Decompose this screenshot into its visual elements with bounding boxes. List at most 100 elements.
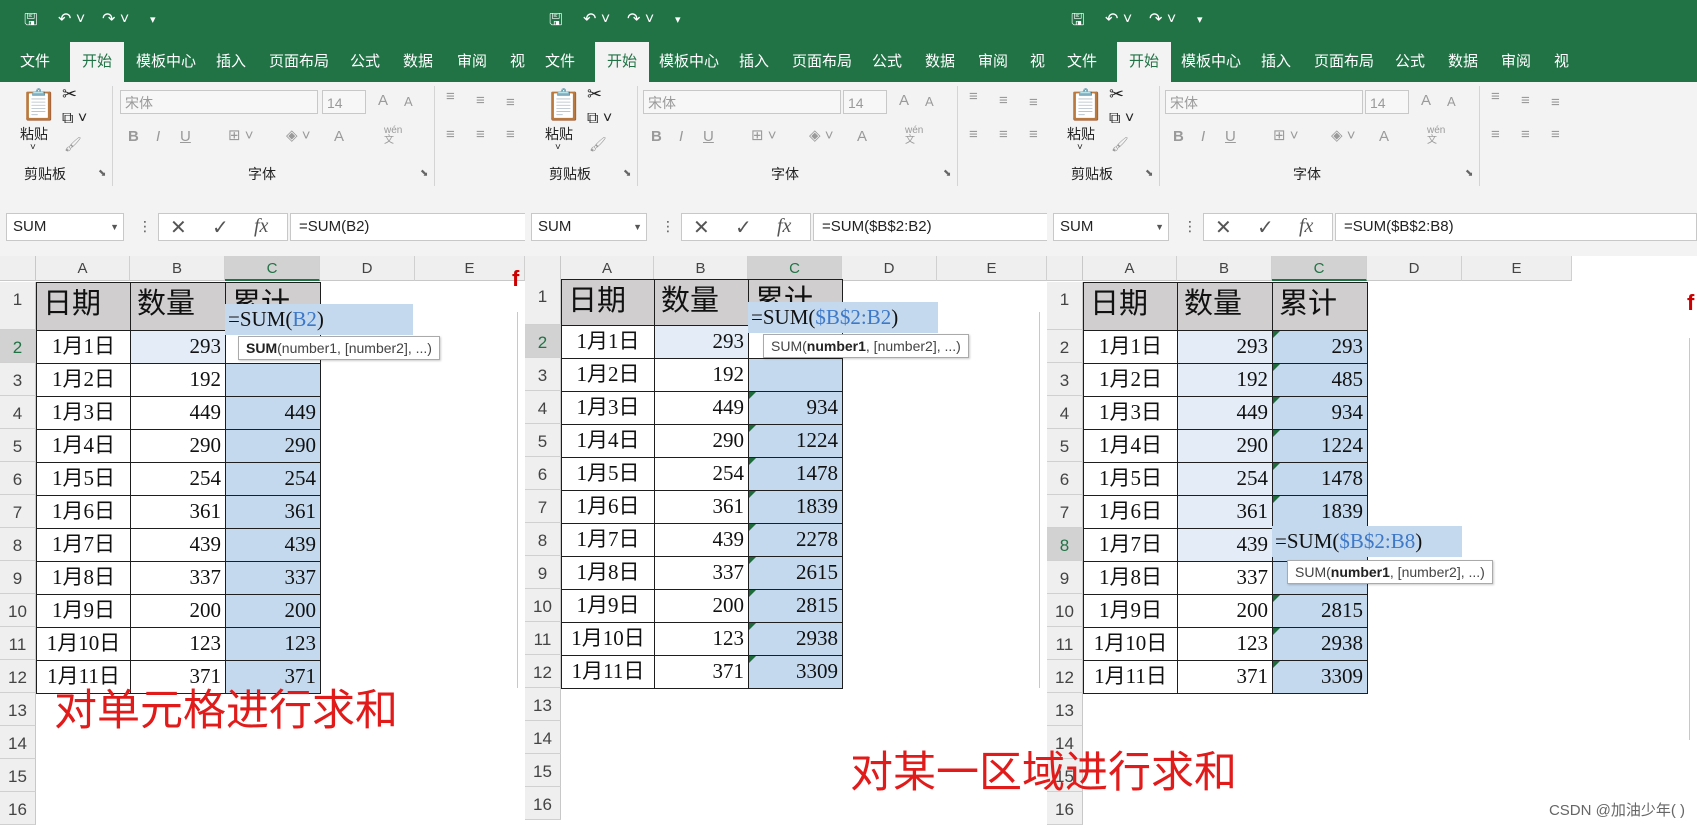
cumulative-cell[interactable]: 123 xyxy=(225,627,321,661)
date-cell[interactable]: 1月8日 xyxy=(36,561,131,595)
font-name-box[interactable]: 宋体 xyxy=(120,90,318,114)
cumulative-cell[interactable]: 485 xyxy=(1272,363,1368,397)
tab-formulas[interactable]: 公式 xyxy=(1395,50,1425,71)
quantity-cell[interactable]: 254 xyxy=(654,457,749,491)
font-size-box[interactable]: 14 xyxy=(322,90,366,114)
table-header-cell[interactable]: 日期 xyxy=(36,282,131,331)
quantity-cell[interactable]: 192 xyxy=(130,363,226,397)
align-right-icon[interactable]: ≡ xyxy=(1029,126,1038,143)
quantity-cell[interactable]: 361 xyxy=(654,490,749,524)
date-cell[interactable]: 1月1日 xyxy=(1083,330,1178,364)
error-indicator-icon[interactable] xyxy=(749,392,756,399)
paste-button[interactable]: 粘贴 xyxy=(545,124,573,144)
cumulative-cell[interactable]: 934 xyxy=(748,391,843,425)
align-bottom-icon[interactable]: ≡ xyxy=(506,94,515,111)
select-all-corner[interactable] xyxy=(0,256,36,281)
align-center-icon[interactable]: ≡ xyxy=(1521,126,1530,143)
tab-formulas[interactable]: 公式 xyxy=(350,50,380,71)
cumulative-cell[interactable]: 439 xyxy=(225,528,321,562)
font-dialog-launcher-icon[interactable]: ⬊ xyxy=(420,168,428,179)
row-header[interactable]: 1 xyxy=(525,279,561,325)
row-header[interactable]: 11 xyxy=(0,627,36,660)
quantity-cell[interactable]: 254 xyxy=(1177,462,1273,496)
date-cell[interactable]: 1月7日 xyxy=(1083,528,1178,562)
paste-dropdown-icon[interactable]: ˅ xyxy=(30,142,36,153)
quantity-cell[interactable]: 439 xyxy=(1177,528,1273,562)
date-cell[interactable]: 1月10日 xyxy=(36,627,131,661)
row-header[interactable]: 16 xyxy=(0,792,36,825)
name-box[interactable]: SUM ▼ xyxy=(531,213,647,241)
grow-font-icon[interactable]: A xyxy=(378,92,388,109)
col-header-d[interactable]: D xyxy=(1367,256,1462,281)
align-right-icon[interactable]: ≡ xyxy=(1551,126,1560,143)
paste-icon[interactable]: 📋 xyxy=(1067,88,1104,123)
row-header[interactable]: 6 xyxy=(525,457,561,490)
paste-button[interactable]: 粘贴 xyxy=(20,124,48,144)
row-header[interactable]: 12 xyxy=(1047,660,1083,693)
col-header-e[interactable]: E xyxy=(937,256,1047,281)
undo-icon[interactable]: ↶ ˅ xyxy=(583,9,610,29)
row-header[interactable]: 3 xyxy=(1047,363,1083,396)
quantity-cell[interactable]: 192 xyxy=(1177,363,1273,397)
error-indicator-icon[interactable] xyxy=(749,458,756,465)
cumulative-cell[interactable]: 2278 xyxy=(748,523,843,557)
row-header[interactable]: 5 xyxy=(0,429,36,462)
cumulative-cell[interactable]: 293 xyxy=(1272,330,1368,364)
underline-icon[interactable]: U xyxy=(703,128,714,145)
save-icon[interactable]: 🖫 xyxy=(24,9,38,36)
date-cell[interactable]: 1月9日 xyxy=(1083,594,1178,628)
tab-templates[interactable]: 模板中心 xyxy=(1181,50,1241,71)
error-indicator-icon[interactable] xyxy=(749,590,756,597)
copy-icon[interactable]: ⧉ ˅ xyxy=(62,110,87,128)
date-cell[interactable]: 1月1日 xyxy=(561,325,655,359)
cancel-icon[interactable]: ✕ xyxy=(170,215,187,240)
quantity-cell[interactable]: 293 xyxy=(654,325,749,359)
phonetic-icon[interactable]: wén 文 xyxy=(1427,126,1447,146)
date-cell[interactable]: 1月5日 xyxy=(1083,462,1178,496)
quantity-cell[interactable]: 254 xyxy=(130,462,226,496)
col-header-e[interactable]: E xyxy=(1462,256,1572,281)
date-cell[interactable]: 1月5日 xyxy=(36,462,131,496)
col-header-c[interactable]: C xyxy=(225,256,320,281)
tab-file[interactable]: 文件 xyxy=(545,50,575,71)
table-header-cell[interactable]: 数量 xyxy=(1177,282,1273,331)
date-cell[interactable]: 1月8日 xyxy=(1083,561,1178,595)
quantity-cell[interactable]: 337 xyxy=(130,561,226,595)
tab-view[interactable]: 视 xyxy=(1030,50,1045,71)
underline-icon[interactable]: U xyxy=(180,128,191,145)
quantity-cell[interactable]: 293 xyxy=(1177,330,1273,364)
date-cell[interactable]: 1月11日 xyxy=(561,655,655,689)
tab-insert[interactable]: 插入 xyxy=(739,50,769,71)
font-color-icon[interactable]: A xyxy=(1379,128,1389,145)
insert-function-icon[interactable]: fx xyxy=(254,215,268,238)
tab-page-layout[interactable]: 页面布局 xyxy=(792,50,852,71)
quantity-cell[interactable]: 371 xyxy=(654,655,749,689)
row-header[interactable]: 4 xyxy=(525,391,561,424)
name-box[interactable]: SUM ▼ xyxy=(6,213,124,241)
row-header[interactable]: 16 xyxy=(525,787,561,820)
row-header[interactable]: 2 xyxy=(525,325,561,358)
align-bottom-icon[interactable]: ≡ xyxy=(1551,94,1560,111)
align-middle-icon[interactable]: ≡ xyxy=(1521,92,1530,109)
date-cell[interactable]: 1月9日 xyxy=(561,589,655,623)
date-cell[interactable]: 1月7日 xyxy=(561,523,655,557)
quantity-cell[interactable]: 200 xyxy=(130,594,226,628)
tab-file[interactable]: 文件 xyxy=(20,50,50,71)
row-header[interactable]: 5 xyxy=(525,424,561,457)
quantity-cell[interactable]: 439 xyxy=(130,528,226,562)
date-cell[interactable]: 1月2日 xyxy=(561,358,655,392)
tab-insert[interactable]: 插入 xyxy=(216,50,246,71)
row-header[interactable]: 11 xyxy=(1047,627,1083,660)
tab-page-layout[interactable]: 页面布局 xyxy=(269,50,329,71)
name-box[interactable]: SUM ▼ xyxy=(1053,213,1169,241)
quantity-cell[interactable]: 123 xyxy=(130,627,226,661)
customize-quick-access-icon[interactable]: ▾ xyxy=(1197,13,1203,26)
col-header-e[interactable]: E xyxy=(415,256,525,281)
tab-formulas[interactable]: 公式 xyxy=(872,50,902,71)
date-cell[interactable]: 1月5日 xyxy=(561,457,655,491)
quantity-cell[interactable]: 337 xyxy=(1177,561,1273,595)
error-indicator-icon[interactable] xyxy=(1273,595,1280,602)
quantity-cell[interactable]: 192 xyxy=(654,358,749,392)
row-header[interactable]: 6 xyxy=(1047,462,1083,495)
format-painter-icon[interactable]: 🖌 xyxy=(1111,136,1129,153)
